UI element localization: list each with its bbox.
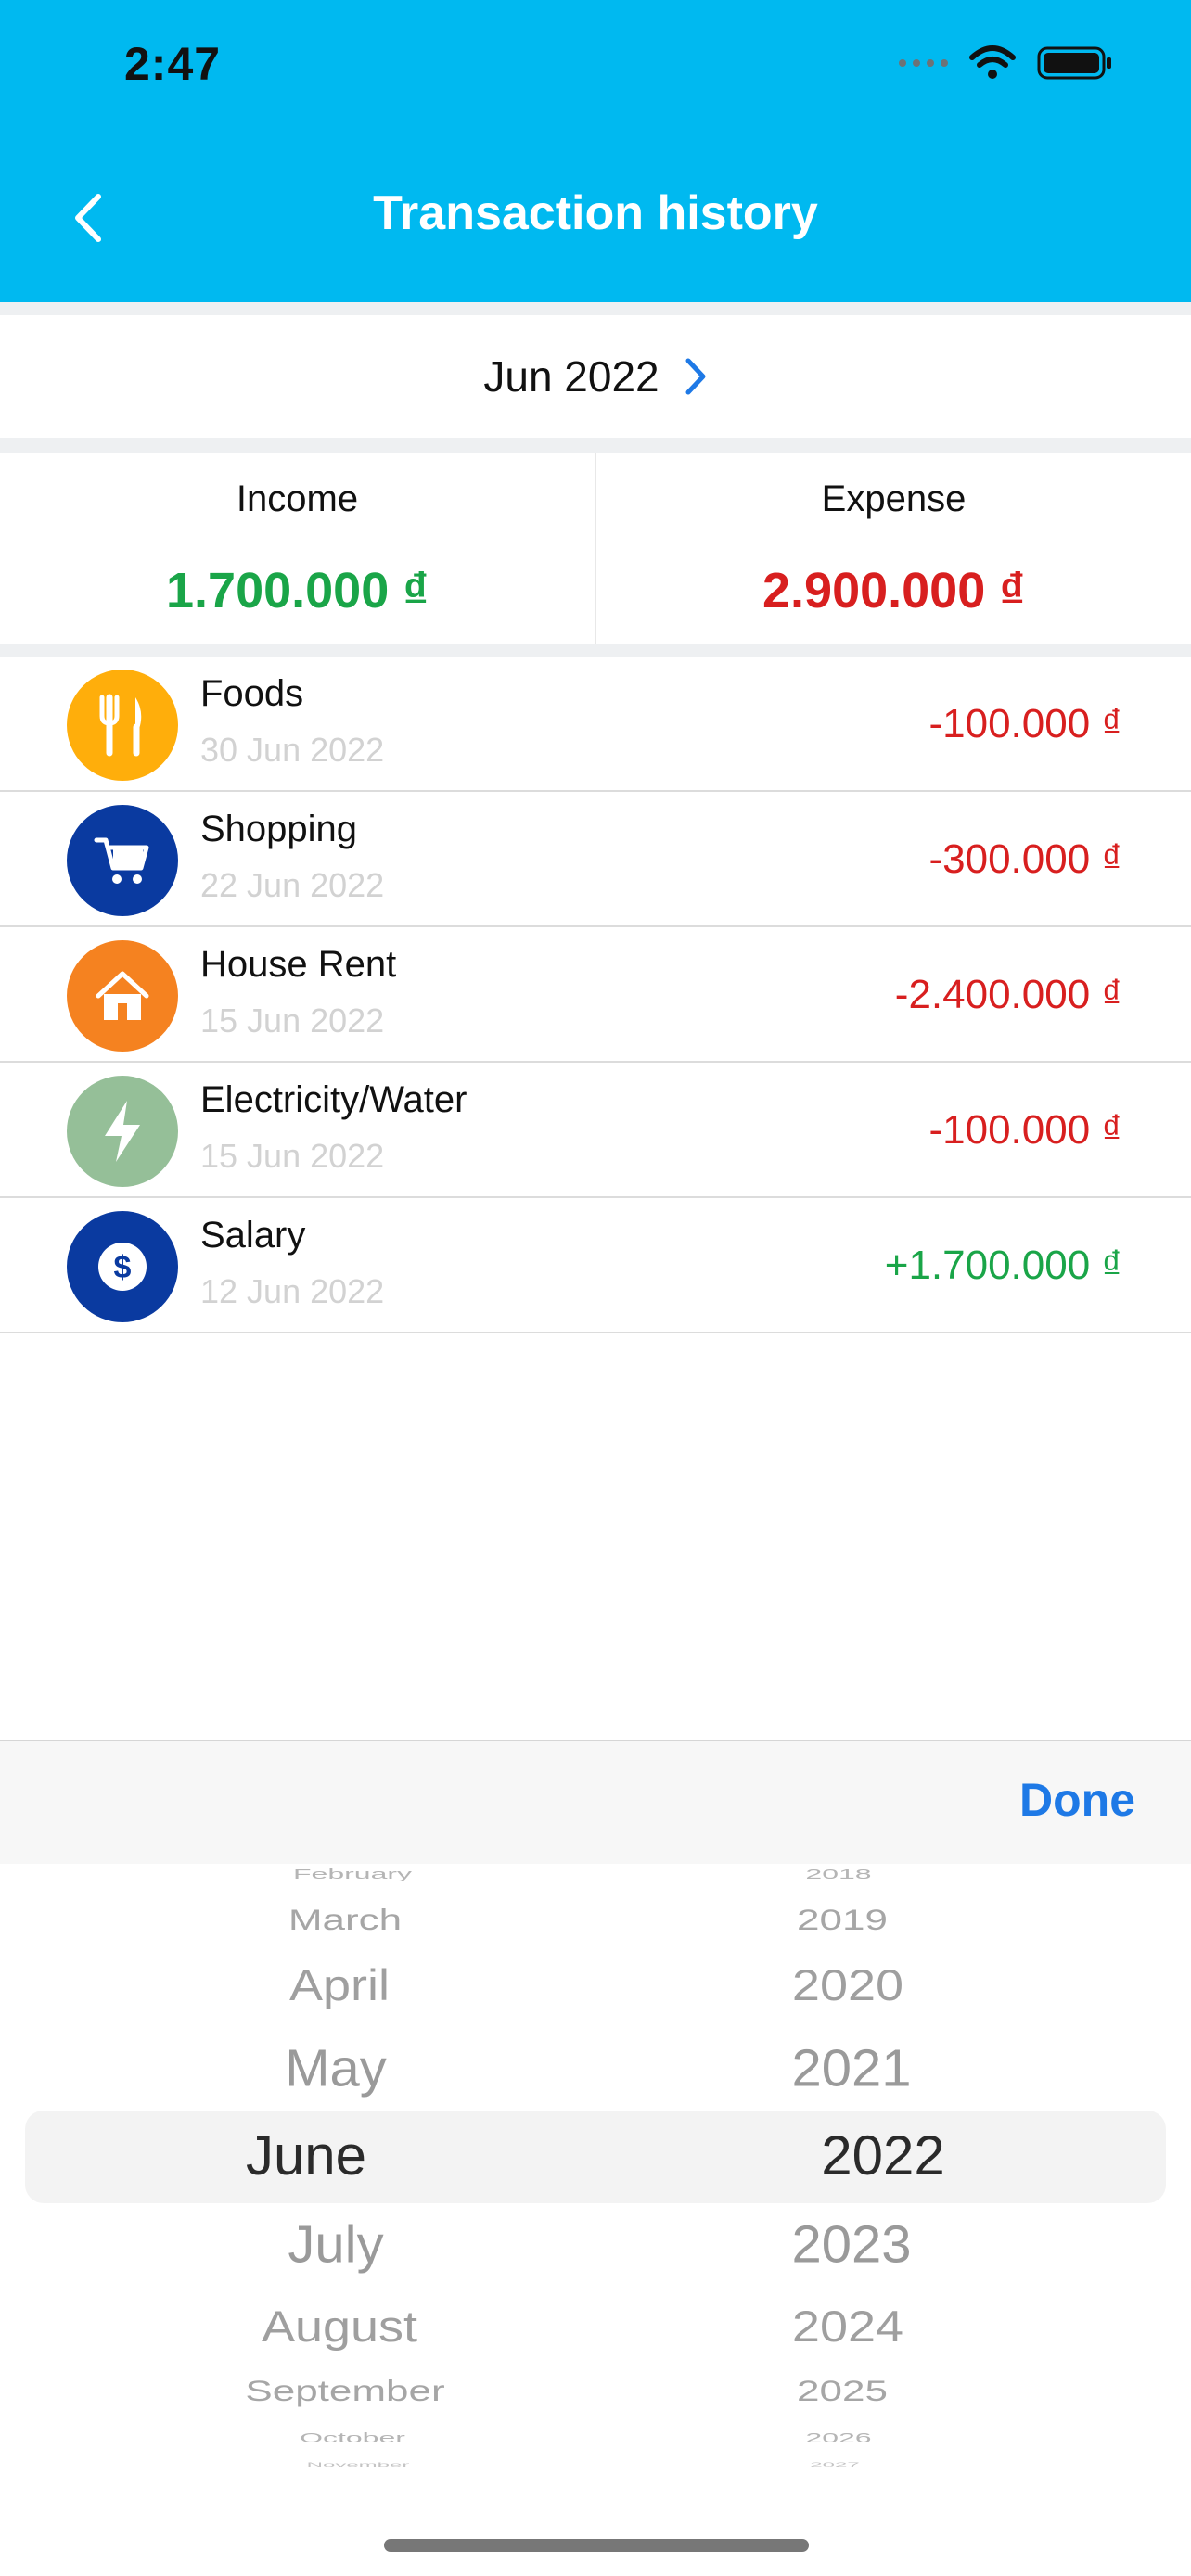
transaction-date: 30 Jun 2022	[200, 731, 385, 769]
wifi-icon	[969, 45, 1016, 79]
expense-summary: Expense 2.900.000 ₫	[595, 453, 1191, 644]
picker-year-option[interactable]: 2024	[570, 2301, 1126, 2352]
category-label: Foods	[200, 673, 304, 714]
transaction-amount: +1.700.000 ₫	[884, 1243, 1122, 1288]
signal-icon	[899, 59, 948, 67]
fork-knife-icon	[67, 670, 178, 781]
transaction-amount: -300.000 ₫	[928, 836, 1122, 882]
transaction-row[interactable]: House Rent 15 Jun 2022 -2.400.000 ₫	[0, 927, 1191, 1063]
transaction-row[interactable]: $ Salary 12 Jun 2022 +1.700.000 ₫	[0, 1198, 1191, 1333]
divider	[0, 302, 1191, 315]
transaction-list: Foods 30 Jun 2022 -100.000 ₫ Shopping 22…	[0, 657, 1191, 1333]
status-time: 2:47	[124, 38, 222, 90]
svg-text:$: $	[114, 1250, 132, 1285]
picker-month-option[interactable]: July	[58, 2214, 614, 2275]
chevron-right-icon[interactable]	[684, 356, 708, 397]
transaction-date: 12 Jun 2022	[200, 1272, 385, 1310]
transaction-date: 22 Jun 2022	[200, 866, 385, 904]
picker-year-option[interactable]: 2018	[560, 1867, 1117, 1882]
status-icons	[899, 45, 1113, 82]
picker-month-option[interactable]: October	[74, 2430, 631, 2446]
transaction-row[interactable]: Foods 30 Jun 2022 -100.000 ₫	[0, 657, 1191, 792]
picker-year-option[interactable]: 2023	[573, 2214, 1130, 2275]
month-label: Jun 2022	[483, 352, 660, 401]
picker-month-option[interactable]: August	[61, 2301, 618, 2352]
income-summary: Income 1.700.000 ₫	[0, 453, 595, 644]
picker-month-option[interactable]: February	[74, 1867, 631, 1882]
expense-label: Expense	[821, 478, 967, 519]
transaction-amount: -100.000 ₫	[928, 701, 1122, 746]
category-label: Salary	[200, 1215, 306, 1256]
done-button[interactable]: Done	[1019, 1773, 1135, 1827]
picker-toolbar: Done	[0, 1740, 1191, 1866]
lightning-icon	[67, 1076, 178, 1187]
picker-year-option[interactable]: 2027	[557, 2461, 1113, 2467]
picker-month-selected[interactable]: June	[28, 2123, 584, 2187]
picker-month-option[interactable]: September	[67, 2375, 623, 2408]
income-value: 1.700.000 ₫	[166, 563, 429, 618]
month-selector[interactable]: Jun 2022	[0, 315, 1191, 438]
transaction-date: 15 Jun 2022	[200, 1001, 385, 1039]
house-icon	[67, 940, 178, 1052]
transaction-date: 15 Jun 2022	[200, 1137, 385, 1175]
dollar-icon: $	[67, 1211, 178, 1322]
page-title: Transaction history	[373, 186, 818, 240]
divider	[0, 438, 1191, 453]
picker-year-option[interactable]: 2025	[564, 2375, 1121, 2408]
transaction-row[interactable]: Shopping 22 Jun 2022 -300.000 ₫	[0, 792, 1191, 927]
summary-panel: Income 1.700.000 ₫ Expense 2.900.000 ₫	[0, 453, 1191, 644]
picker-month-option[interactable]: April	[61, 1959, 618, 2010]
picker-year-selected[interactable]: 2022	[605, 2123, 1161, 2187]
transaction-row[interactable]: Electricity/Water 15 Jun 2022 -100.000 ₫	[0, 1063, 1191, 1198]
transaction-amount: -100.000 ₫	[928, 1107, 1122, 1153]
transaction-amount: -2.400.000 ₫	[894, 972, 1122, 1017]
category-label: Electricity/Water	[200, 1079, 467, 1120]
category-label: Shopping	[200, 809, 358, 849]
divider	[0, 644, 1191, 657]
expense-value: 2.900.000 ₫	[762, 563, 1025, 618]
header: 2:47 Transaction history	[0, 0, 1191, 302]
picker-month-option[interactable]: November	[80, 2461, 636, 2467]
picker-year-option[interactable]: 2020	[570, 1959, 1126, 2010]
battery-icon	[1037, 46, 1111, 80]
category-label: House Rent	[200, 944, 397, 985]
home-indicator	[384, 2539, 809, 2552]
income-label: Income	[236, 478, 359, 519]
picker-year-option[interactable]: 2026	[560, 2430, 1117, 2446]
picker-year-option[interactable]: 2021	[573, 2038, 1130, 2098]
month-year-picker[interactable]: February March April May June July August Septe…	[0, 1864, 1191, 2467]
picker-year-option[interactable]: 2019	[564, 1904, 1121, 1937]
picker-month-option[interactable]: March	[67, 1904, 623, 1937]
shopping-cart-icon	[67, 805, 178, 916]
picker-month-option[interactable]: May	[58, 2038, 614, 2098]
